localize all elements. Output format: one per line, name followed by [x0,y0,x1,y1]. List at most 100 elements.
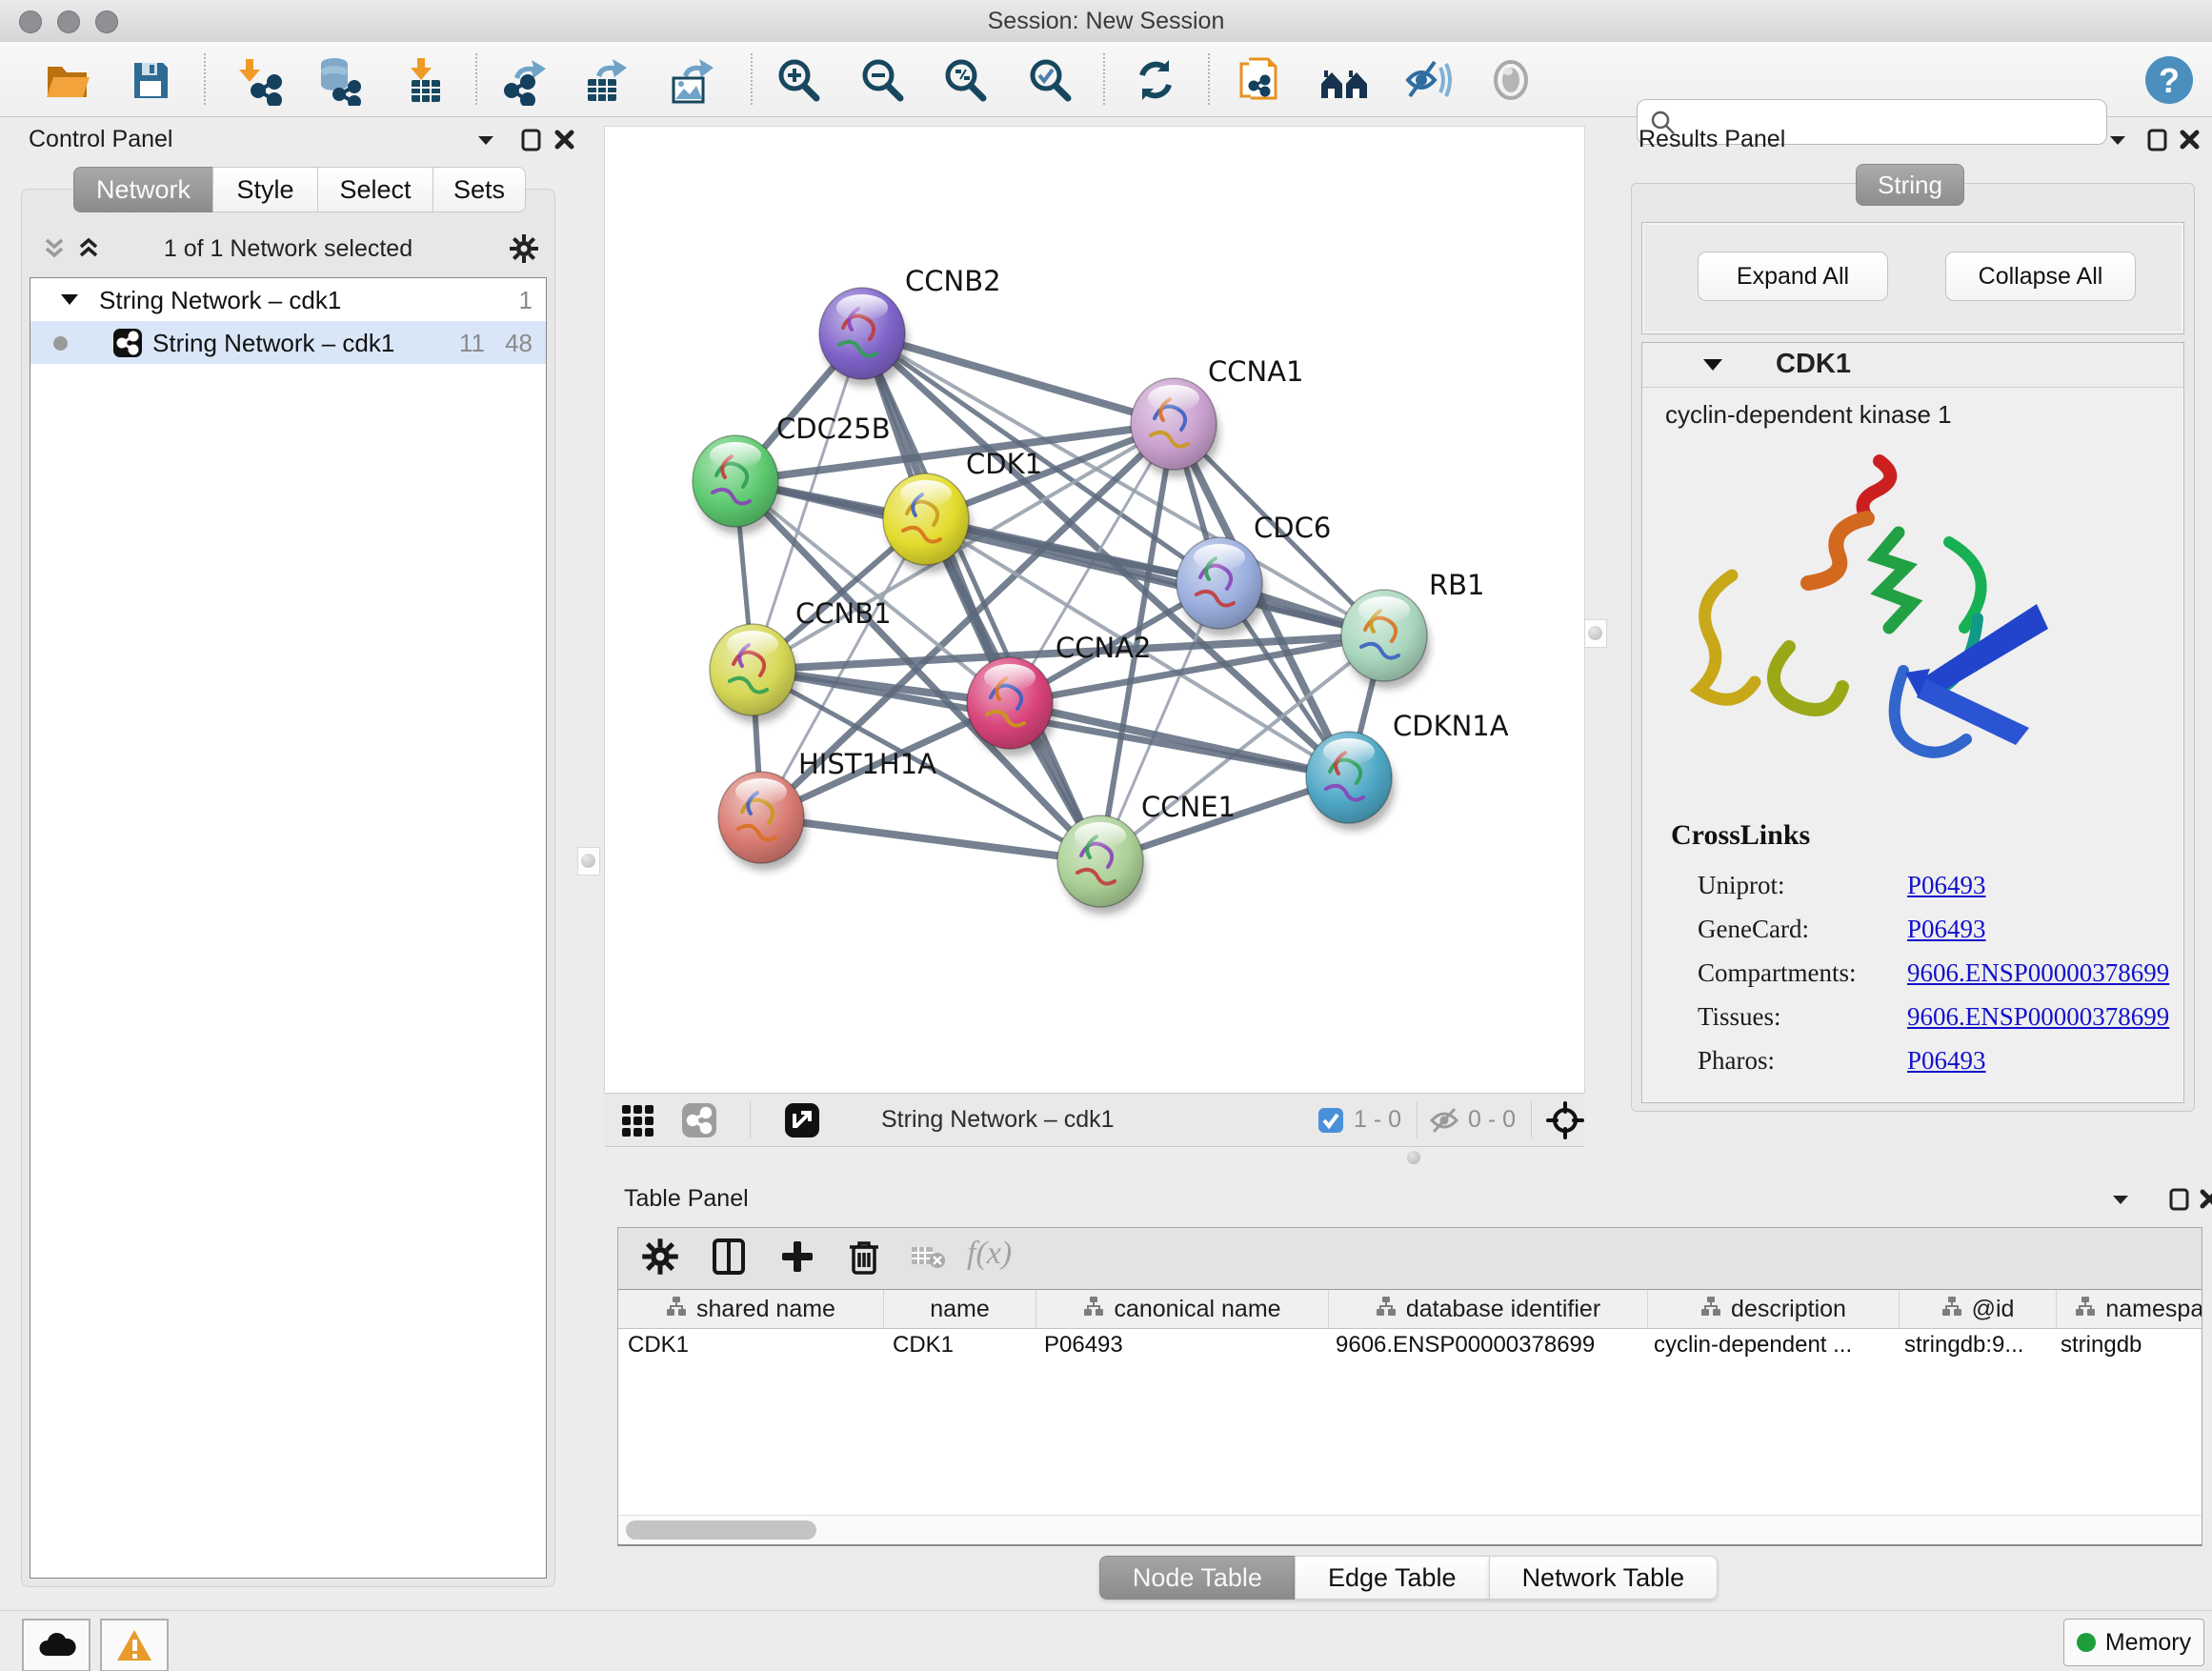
zoom-out-icon[interactable] [856,54,908,106]
help-icon[interactable]: ? [2143,54,2195,106]
title-bar: Session: New Session [0,0,2212,43]
float-panel-icon[interactable] [519,128,548,156]
share-document-icon[interactable] [1234,54,1285,106]
float-panel-icon[interactable] [2167,1187,2196,1216]
export-image-icon[interactable] [664,54,715,106]
crosslink-label: Tissues: [1698,1002,1781,1032]
network-graph[interactable]: CCNB2CCNA1CDC25BCDK1CDC6RB1CCNB1CCNA2CDK… [605,127,1584,1093]
column-header-namespace[interactable]: namespace [2057,1290,2202,1328]
network-row[interactable]: String Network – cdk1 11 48 [30,321,546,364]
crosslink-link[interactable]: P06493 [1907,1046,1986,1076]
scrollbar-thumb[interactable] [626,1520,816,1540]
table-horizontal-scrollbar[interactable] [618,1515,2202,1544]
table-cell[interactable]: stringdb:9... [1895,1327,2051,1363]
import-table-icon[interactable] [399,54,451,106]
column-type-icon [1700,1296,1721,1323]
node-RB1[interactable]: RB1 [1341,569,1485,689]
edge-CCNA2-CDKN1A[interactable] [1010,703,1349,777]
export-network-icon[interactable] [499,54,551,106]
node-HIST1H1A[interactable]: HIST1H1A [718,748,936,871]
column-header-shared-name[interactable]: shared name [618,1290,884,1328]
network-collection-row[interactable]: String Network – cdk1 1 [30,278,546,321]
column-header-label: namespace [2105,1296,2202,1323]
crosslink-row: Uniprot:P06493 [1671,865,1810,909]
hide-unhide-icon[interactable] [1402,54,1454,106]
zoom-fit-icon[interactable] [939,54,991,106]
tab-style[interactable]: Style [212,167,317,212]
cloud-button[interactable] [22,1619,90,1671]
show-graphics-icon[interactable] [1485,54,1537,106]
float-panel-icon[interactable] [2145,128,2174,156]
crosslink-link[interactable]: P06493 [1907,915,1986,944]
node-CCNE1[interactable]: CCNE1 [1057,791,1236,915]
panel-menu-icon[interactable] [473,128,502,156]
string-home-icon[interactable] [1318,54,1370,106]
selected-checkbox-icon[interactable] [1317,1107,1346,1136]
fit-selected-crosshair-icon[interactable] [1546,1101,1575,1130]
export-table-icon[interactable] [579,54,631,106]
column-header-name[interactable]: name [884,1290,1036,1328]
node-CDKN1A[interactable]: CDKN1A [1306,710,1509,831]
table-tabs: Node TableEdge TableNetwork Table [605,1556,2212,1598]
zoom-selected-icon[interactable] [1024,54,1076,106]
create-column-icon[interactable] [778,1238,820,1279]
close-panel-icon[interactable] [2198,1187,2212,1216]
delete-column-icon[interactable] [845,1238,887,1279]
zoom-in-icon[interactable] [773,54,824,106]
column-header-@id[interactable]: @id [1900,1290,2057,1328]
save-session-icon[interactable] [125,54,176,106]
close-panel-icon[interactable] [553,128,581,156]
crosslink-link[interactable]: P06493 [1907,871,1986,900]
table-cell[interactable]: stringdb [2051,1327,2202,1363]
right-splitter-handle[interactable] [1584,619,1607,648]
tab-node-table[interactable]: Node Table [1099,1556,1295,1600]
warnings-button[interactable] [100,1619,169,1671]
crosslink-label: Uniprot: [1698,871,1785,900]
tab-edge-table[interactable]: Edge Table [1295,1556,1489,1600]
close-panel-icon[interactable] [2178,128,2206,156]
toolbar-separator [204,53,206,105]
panel-menu-icon[interactable] [2108,1187,2137,1216]
cdk1-section-header[interactable]: CDK1 [1642,343,2183,388]
network-list-header: 1 of 1 Network selected [30,228,547,270]
tab-sets[interactable]: Sets [432,167,526,212]
collapse-all-button[interactable]: Collapse All [1945,252,2136,301]
table-row[interactable]: CDK1CDK1P064939606.ENSP00000378699cyclin… [618,1327,2202,1363]
crosslink-link[interactable]: 9606.ENSP00000378699 [1907,1002,2169,1032]
column-header-canonical-name[interactable]: canonical name [1036,1290,1329,1328]
column-header-description[interactable]: description [1648,1290,1900,1328]
import-network-database-icon[interactable] [312,54,363,106]
table-cell[interactable]: 9606.ENSP00000378699 [1326,1327,1644,1363]
table-cell[interactable]: P06493 [1035,1327,1326,1363]
show-columns-icon[interactable] [710,1238,752,1279]
collapse-triangle-icon[interactable] [59,292,82,311]
tab-select[interactable]: Select [317,167,432,212]
left-splitter-handle[interactable] [577,847,600,876]
expand-all-button[interactable]: Expand All [1698,252,1888,301]
memory-button[interactable]: Memory [2063,1619,2204,1666]
edge-CCNB2-CCNE1[interactable] [862,333,1100,861]
horizontal-splitter-handle[interactable] [1407,1151,1420,1164]
tab-network-table[interactable]: Network Table [1489,1556,1719,1600]
panel-menu-icon[interactable] [2105,128,2134,156]
refresh-icon[interactable] [1130,54,1181,106]
table-cell[interactable]: cyclin-dependent ... [1644,1327,1895,1363]
crosslink-link[interactable]: 9606.ENSP00000378699 [1907,958,2169,988]
tab-network[interactable]: Network [73,167,212,212]
separator [1417,1101,1418,1137]
table-cell[interactable]: CDK1 [883,1327,1035,1363]
network-canvas[interactable]: CCNB2CCNA1CDC25BCDK1CDC6RB1CCNB1CCNA2CDK… [605,127,1584,1093]
network-options-gear-icon[interactable] [509,233,537,262]
column-header-database-identifier[interactable]: database identifier [1329,1290,1648,1328]
birds-eye-view-icon[interactable] [620,1103,649,1132]
edge-HIST1H1A-CCNE1[interactable] [761,817,1100,861]
open-session-icon[interactable] [41,54,92,106]
node-CCNA1[interactable]: CCNA1 [1131,355,1303,477]
string-view-icon[interactable] [681,1102,710,1131]
collapse-triangle-icon[interactable] [1701,356,1726,375]
tab-string[interactable]: String [1856,164,1964,206]
table-options-gear-icon[interactable] [641,1238,683,1279]
table-cell[interactable]: CDK1 [618,1327,883,1363]
import-network-file-icon[interactable] [232,54,284,106]
open-in-window-icon[interactable] [784,1102,813,1131]
